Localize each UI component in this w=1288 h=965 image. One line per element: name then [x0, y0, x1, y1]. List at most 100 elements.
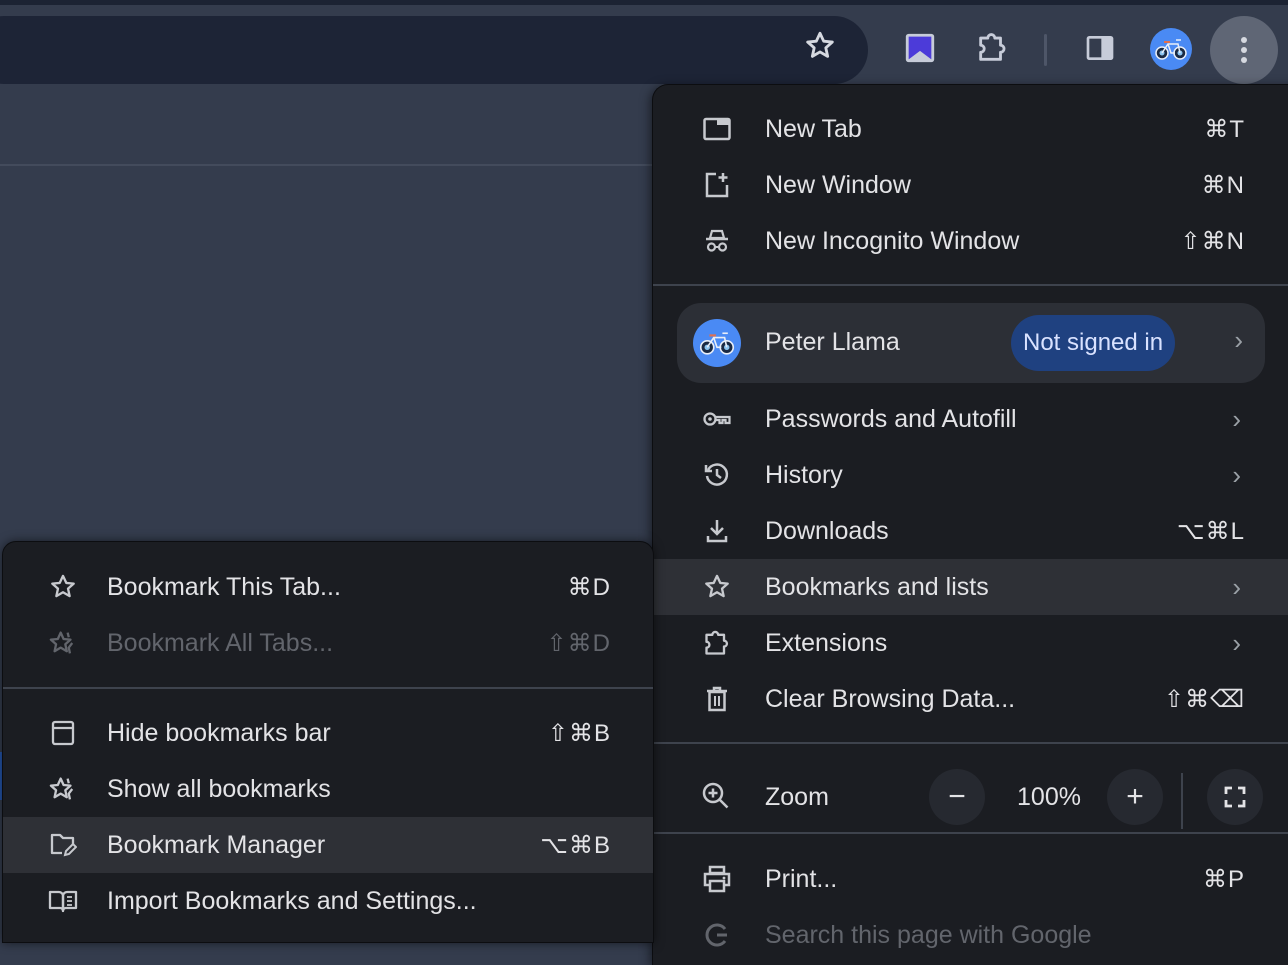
menu-item-extensions[interactable]: Extensions › — [653, 615, 1288, 671]
side-panel-button[interactable] — [1076, 24, 1124, 72]
menu-item-label: Clear Browsing Data... — [765, 684, 1016, 713]
star-icon — [47, 571, 79, 603]
menu-item-downloads[interactable]: Downloads ⌥⌘L — [653, 503, 1288, 559]
zoom-out-button[interactable]: − — [929, 769, 985, 825]
zoom-level-value: 100% — [1017, 783, 1081, 811]
menu-item-label: Bookmarks and lists — [765, 572, 989, 601]
submenu-item-bookmark-manager[interactable]: Bookmark Manager ⌥⌘B — [3, 817, 653, 873]
menu-item-label: Show all bookmarks — [107, 774, 331, 803]
menu-item-label: Extensions — [765, 628, 888, 657]
zoom-in-icon — [701, 781, 733, 813]
menu-item-shortcut: ⇧⌘B — [547, 719, 611, 747]
trash-icon — [701, 683, 733, 715]
avatar — [693, 319, 741, 367]
menu-item-label: New Tab — [765, 114, 862, 143]
menu-item-history[interactable]: History › — [653, 447, 1288, 503]
menu-item-shortcut: ⌘P — [1202, 865, 1245, 893]
menu-item-bookmarks-and-lists[interactable]: Bookmarks and lists › — [653, 559, 1288, 615]
menu-item-shortcut: ⇧⌘D — [546, 629, 611, 657]
submenu-item-import-bookmarks[interactable]: Import Bookmarks and Settings... — [3, 873, 653, 929]
menu-item-shortcut: ⌥⌘B — [540, 831, 611, 859]
chevron-right-icon: › — [1232, 627, 1241, 658]
menu-item-shortcut: ⌥⌘L — [1176, 517, 1245, 545]
chevron-right-icon: › — [1234, 325, 1243, 355]
menu-item-label: Bookmark This Tab... — [107, 572, 341, 601]
menu-item-shortcut: ⇧⌘N — [1180, 227, 1245, 255]
menu-separator — [653, 742, 1288, 744]
stars-icon — [47, 627, 79, 659]
menu-item-label: Import Bookmarks and Settings... — [107, 886, 477, 915]
submenu-item-bookmark-all-tabs[interactable]: Bookmark All Tabs... ⇧⌘D — [3, 615, 653, 671]
incognito-icon — [701, 225, 733, 257]
menu-item-shortcut: ⌘T — [1204, 115, 1245, 143]
menu-item-label: Print... — [765, 864, 838, 893]
toolbar-separator — [1044, 34, 1047, 66]
menu-item-label: Bookmark Manager — [107, 830, 326, 859]
key-icon — [701, 403, 733, 435]
zoom-label: Zoom — [765, 783, 829, 811]
menu-item-shortcut: ⌘D — [567, 573, 611, 601]
extensions-button[interactable] — [968, 24, 1016, 72]
new-window-icon — [701, 169, 733, 201]
chrome-menu-button[interactable] — [1210, 16, 1278, 84]
chevron-right-icon: › — [1232, 459, 1241, 490]
side-panel-icon — [1086, 36, 1114, 60]
menu-item-label: New Window — [765, 170, 911, 199]
profile-row[interactable]: Peter Llama Not signed in › — [677, 303, 1265, 383]
folder-edit-icon — [47, 829, 79, 861]
chevron-right-icon: › — [1232, 571, 1241, 602]
menu-item-clear-browsing-data[interactable]: Clear Browsing Data... ⇧⌘⌫ — [653, 671, 1288, 727]
submenu-item-bookmark-this-tab[interactable]: Bookmark This Tab... ⌘D — [3, 559, 653, 615]
profile-button[interactable] — [1150, 28, 1192, 70]
chevron-right-icon: › — [1232, 403, 1241, 434]
menu-separator — [653, 832, 1288, 834]
bookmark-extension-button[interactable] — [896, 24, 944, 72]
print-icon — [701, 863, 733, 895]
bookmarks-bar-icon — [47, 717, 79, 749]
new-tab-icon — [701, 113, 733, 145]
menu-item-print[interactable]: Print... ⌘P — [653, 851, 1288, 907]
sign-in-status-badge[interactable]: Not signed in — [1011, 315, 1176, 371]
google-icon — [701, 919, 733, 951]
menu-item-label: New Incognito Window — [765, 226, 1020, 255]
download-icon — [701, 515, 733, 547]
history-icon — [701, 459, 733, 491]
menu-item-label: Downloads — [765, 516, 889, 545]
puzzle-extensions-icon — [979, 33, 1006, 61]
fullscreen-button[interactable] — [1207, 769, 1263, 825]
star-icon — [701, 571, 733, 603]
menu-item-new-tab[interactable]: New Tab ⌘T — [653, 101, 1288, 157]
zoom-row: Zoom − 100% + — [653, 757, 1288, 837]
menu-separator — [3, 687, 653, 689]
menu-item-label: Bookmark All Tabs... — [107, 628, 334, 657]
puzzle-icon — [701, 627, 733, 659]
three-dots-vertical-icon — [1241, 37, 1247, 63]
chrome-main-menu: New Tab ⌘T New Window ⌘N New Incognito W… — [652, 84, 1288, 965]
bookmark-extension-icon — [905, 33, 935, 63]
submenu-item-show-all-bookmarks[interactable]: Show all bookmarks — [3, 761, 653, 817]
bicycle-avatar-icon — [1155, 39, 1187, 60]
menu-item-shortcut: ⌘N — [1201, 171, 1245, 199]
star-outline-icon — [806, 31, 834, 58]
menu-item-label: History — [765, 460, 843, 489]
book-open-icon — [47, 885, 79, 917]
menu-item-shortcut: ⇧⌘⌫ — [1163, 685, 1245, 713]
menu-item-label: Hide bookmarks bar — [107, 718, 331, 747]
menu-separator — [653, 284, 1288, 286]
menu-item-label: Search this page with Google — [765, 920, 1092, 949]
menu-item-new-window[interactable]: New Window ⌘N — [653, 157, 1288, 213]
profile-name: Peter Llama — [765, 328, 900, 356]
menu-item-new-incognito-window[interactable]: New Incognito Window ⇧⌘N — [653, 213, 1288, 269]
zoom-separator — [1181, 773, 1183, 829]
menu-item-label: Passwords and Autofill — [765, 404, 1017, 433]
fullscreen-icon — [1224, 786, 1246, 808]
zoom-in-button[interactable]: + — [1107, 769, 1163, 825]
bicycle-avatar-icon — [699, 332, 735, 355]
bookmark-star-button[interactable] — [796, 22, 844, 70]
menu-item-passwords-autofill[interactable]: Passwords and Autofill › — [653, 391, 1288, 447]
address-bar[interactable] — [0, 16, 868, 84]
submenu-item-hide-bookmarks-bar[interactable]: Hide bookmarks bar ⇧⌘B — [3, 705, 653, 761]
bookmarks-submenu: Bookmark This Tab... ⌘D Bookmark All Tab… — [2, 541, 654, 943]
menu-item-search-page-google[interactable]: Search this page with Google — [653, 907, 1288, 963]
stars-icon — [47, 773, 79, 805]
